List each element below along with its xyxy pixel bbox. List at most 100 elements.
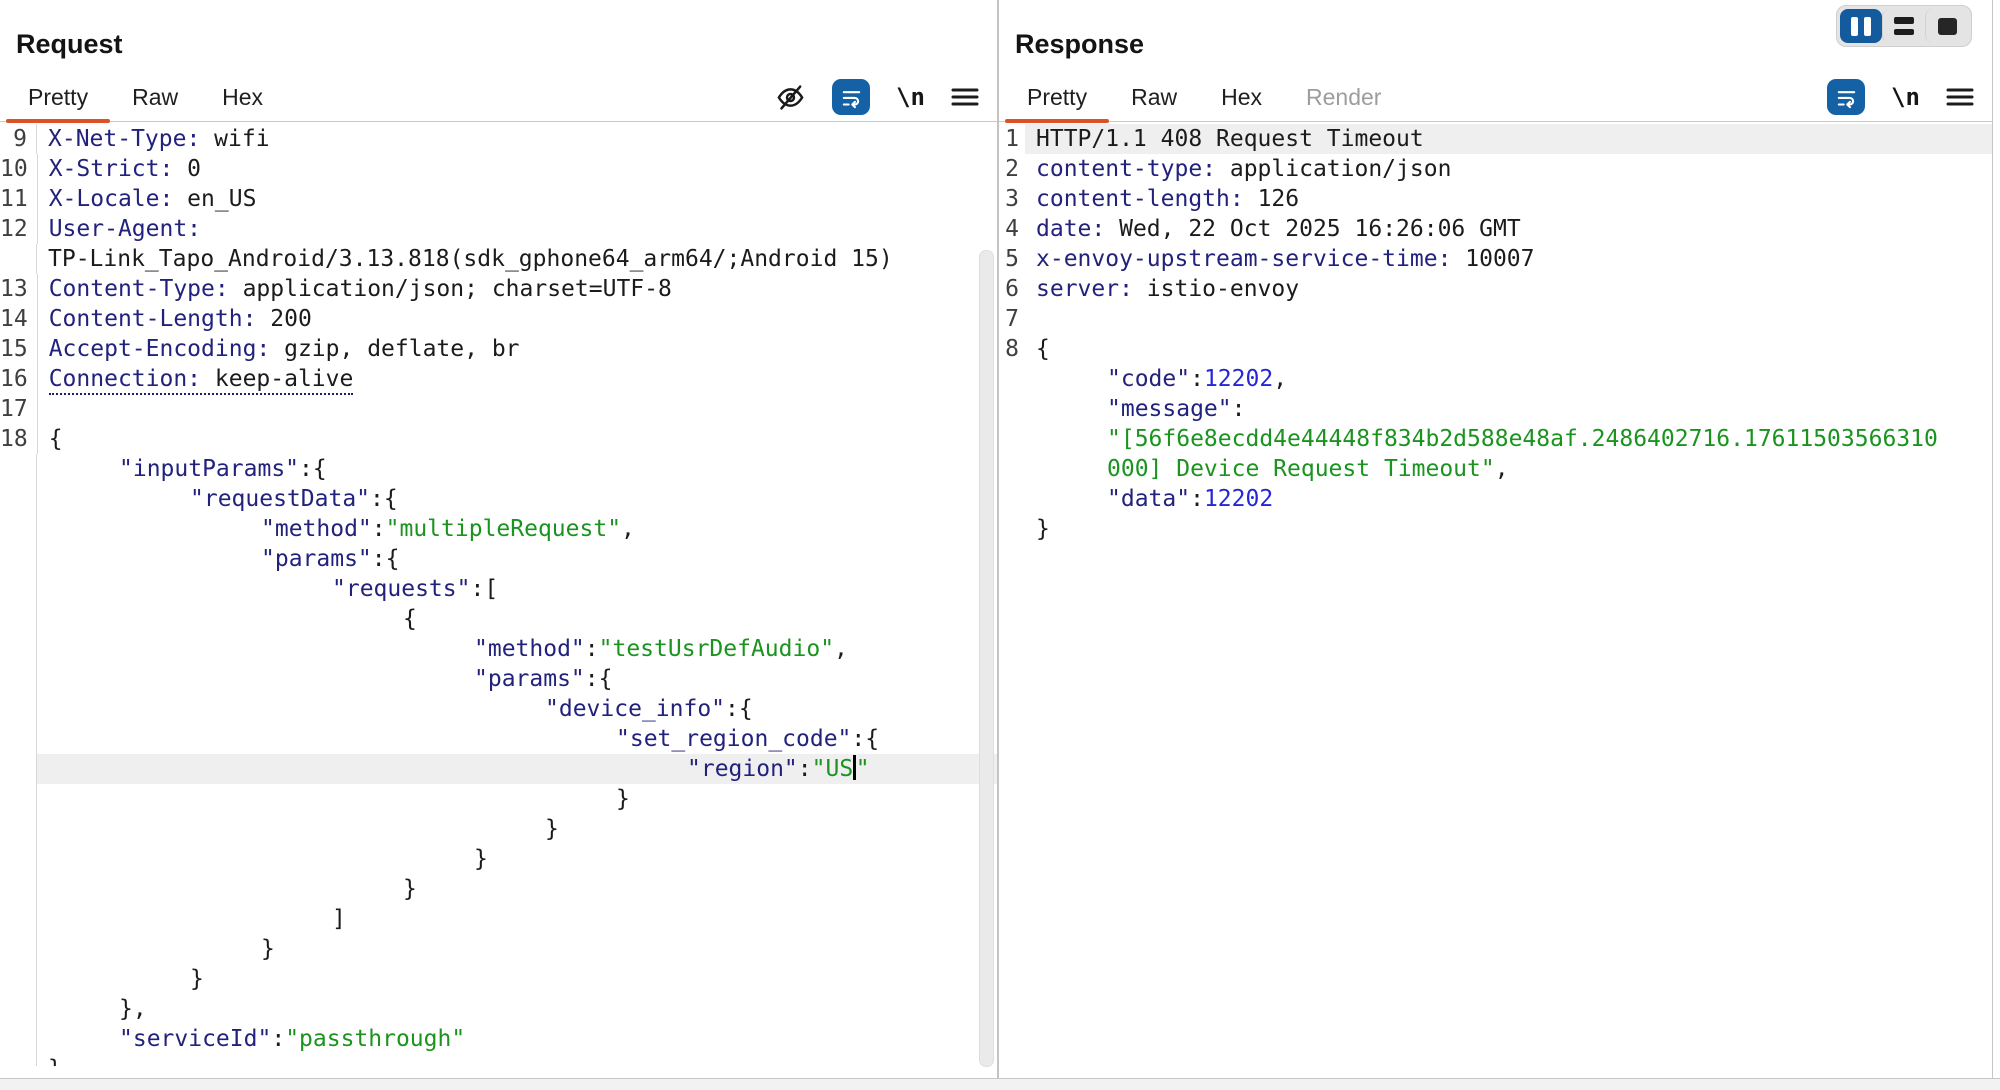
code-line[interactable]: } [0,874,997,904]
code-line[interactable]: 10X-Strict: 0 [0,154,997,184]
code-line[interactable]: } [0,784,997,814]
code-line-text: "code":12202, [1025,364,1992,394]
request-tab-hex[interactable]: Hex [200,73,285,121]
request-tab-raw[interactable]: Raw [110,73,200,121]
code-line-text: "requestData":{ [37,484,997,514]
code-line[interactable]: 12User-Agent: [0,214,997,244]
code-line[interactable]: "message": [999,394,1992,424]
code-line[interactable]: 2content-type: application/json [999,154,1992,184]
code-line[interactable]: } [0,844,997,874]
code-line[interactable]: 7 [999,304,1992,334]
code-token: "requests" [332,576,470,602]
newline-toggle-button[interactable]: \n [1891,83,1920,111]
code-token: "US [812,756,854,782]
rows-layout-icon [1894,17,1914,35]
response-tab-hex[interactable]: Hex [1199,73,1284,121]
horizontal-scrollbar-track[interactable] [0,1078,2000,1090]
code-line-text: } [37,934,997,964]
code-line[interactable]: "serviceId":"passthrough" [0,1024,997,1054]
code-line[interactable]: 3content-length: 126 [999,184,1992,214]
code-line-text: } [37,784,997,814]
code-line[interactable]: 13Content-Type: application/json; charse… [0,274,997,304]
code-line[interactable]: 1HTTP/1.1 408 Request Timeout [999,124,1992,154]
code-line[interactable]: "set_region_code":{ [0,724,997,754]
code-line[interactable]: 4date: Wed, 22 Oct 2025 16:26:06 GMT [999,214,1992,244]
code-line[interactable]: "params":{ [0,544,997,574]
code-line[interactable]: 16Connection: keep-alive [0,364,997,394]
code-token: server: [1036,276,1133,302]
code-line[interactable]: "code":12202, [999,364,1992,394]
response-tab-pretty[interactable]: Pretty [1005,73,1109,121]
code-line[interactable]: 17 [0,394,997,424]
code-line[interactable]: "inputParams":{ [0,454,997,484]
code-line[interactable]: TP-Link_Tapo_Android/3.13.818(sdk_gphone… [0,244,997,274]
code-line[interactable]: } [0,1054,997,1066]
code-line[interactable]: "region":"US" [0,754,997,784]
code-line-text: ] [37,904,997,934]
code-token: "testUsrDefAudio" [599,636,834,662]
response-panel: Response Pretty Raw Hex Render \n [999,0,1992,1078]
code-line[interactable]: "method":"testUsrDefAudio", [0,634,997,664]
code-line-text [38,394,997,424]
line-number: 8 [999,334,1025,364]
code-line[interactable]: }, [0,994,997,1024]
menu-icon[interactable] [951,85,979,109]
code-token: } [1036,516,1050,542]
code-line[interactable]: "params":{ [0,664,997,694]
code-line[interactable]: 6server: istio-envoy [999,274,1992,304]
line-number [0,904,37,934]
code-line[interactable]: 5x-envoy-upstream-service-time: 10007 [999,244,1992,274]
code-line[interactable]: { [0,604,997,634]
code-token: X-Locale: [49,186,174,212]
code-line[interactable]: "device_info":{ [0,694,997,724]
code-line[interactable]: 000] Device Request Timeout", [999,454,1992,484]
code-line[interactable]: } [0,934,997,964]
code-token: "message" [1107,396,1232,422]
code-token: "requestData" [190,486,370,512]
code-line[interactable]: 11X-Locale: en_US [0,184,997,214]
code-token: "device_info" [545,696,725,722]
code-line[interactable]: "requests":[ [0,574,997,604]
code-line[interactable]: ] [0,904,997,934]
code-line[interactable]: 14Content-Length: 200 [0,304,997,334]
request-scrollbar[interactable] [979,250,994,1067]
response-tab-render[interactable]: Render [1284,73,1403,121]
line-number [999,424,1025,454]
layout-single-button[interactable] [1925,9,1968,43]
newline-toggle-button[interactable]: \n [896,83,925,111]
code-line[interactable]: 15Accept-Encoding: gzip, deflate, br [0,334,997,364]
code-line[interactable]: 9X-Net-Type: wifi [0,124,997,154]
menu-icon[interactable] [1946,85,1974,109]
response-editor[interactable]: 1HTTP/1.1 408 Request Timeout2content-ty… [999,124,1992,1066]
code-line[interactable]: 8{ [999,334,1992,364]
code-line-text: } [37,964,997,994]
code-line-text: "data":12202 [1025,484,1992,514]
request-editor[interactable]: 9X-Net-Type: wifi10X-Strict: 011X-Locale… [0,124,997,1066]
layout-rows-button[interactable] [1882,9,1925,43]
word-wrap-icon [840,86,863,109]
code-token: content-length: [1036,186,1244,212]
code-line[interactable]: "method":"multipleRequest", [0,514,997,544]
line-number [0,574,37,604]
code-line[interactable]: } [0,964,997,994]
layout-switcher [1836,5,1972,47]
eye-slash-icon[interactable] [775,82,806,113]
code-token: "passthrough" [285,1026,465,1052]
line-number [0,664,37,694]
code-token: : [1190,366,1204,392]
code-line[interactable]: } [0,814,997,844]
word-wrap-button[interactable] [1827,79,1865,115]
layout-columns-button[interactable] [1840,9,1882,43]
response-tab-raw[interactable]: Raw [1109,73,1199,121]
request-tab-pretty[interactable]: Pretty [6,73,110,121]
code-line-text: X-Strict: 0 [38,154,997,184]
response-tabbar: Pretty Raw Hex Render \n [999,73,1992,122]
code-line[interactable]: 18{ [0,424,997,454]
word-wrap-button[interactable] [832,79,870,115]
code-line[interactable]: "requestData":{ [0,484,997,514]
request-tabbar: Pretty Raw Hex [0,73,997,122]
code-line[interactable]: } [999,514,1992,544]
code-line[interactable]: "data":12202 [999,484,1992,514]
code-line[interactable]: "[56f6e8ecdd4e44448f834b2d588e48af.24864… [999,424,1992,454]
line-number [0,724,37,754]
